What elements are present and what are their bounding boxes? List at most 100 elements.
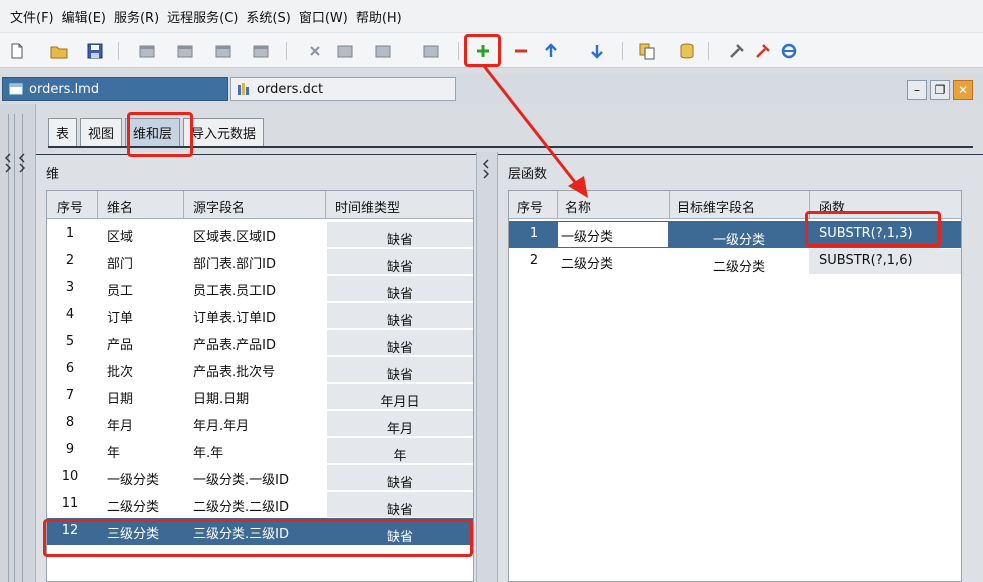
- cell-source: 一级分类.一级ID: [193, 473, 289, 488]
- browser-icon[interactable]: [778, 40, 800, 62]
- tab-dimension-level[interactable]: 维和层: [125, 118, 181, 146]
- table-edit-icon[interactable]: [212, 40, 234, 62]
- table-icon[interactable]: [136, 40, 158, 62]
- doc-tab-label: orders.lmd: [29, 81, 100, 97]
- col-header-name[interactable]: 名称: [565, 197, 591, 216]
- cell-time-type: 年月日: [380, 395, 420, 410]
- menu-file[interactable]: 文件(F): [10, 7, 54, 26]
- tool2-icon[interactable]: [752, 40, 774, 62]
- table-row[interactable]: 5 产品 产品表.产品ID 缺省: [47, 329, 473, 356]
- menu-help[interactable]: 帮助(H): [356, 7, 402, 26]
- table-row[interactable]: 1 一级分类 一级分类 SUBSTR(?,1,3): [509, 221, 961, 248]
- col-header-no[interactable]: 序号: [57, 197, 83, 216]
- move-up-icon[interactable]: [540, 40, 562, 62]
- tab-view[interactable]: 视图: [80, 118, 123, 146]
- table-row[interactable]: 9 年 年.年 年: [47, 437, 473, 464]
- table-row[interactable]: 10 一级分类 一级分类.一级ID 缺省: [47, 464, 473, 491]
- table-row[interactable]: 4 订单 订单表.订单ID 缺省: [47, 302, 473, 329]
- panel-splitter[interactable]: [476, 152, 498, 582]
- cell-source: 二级分类.二级ID: [193, 500, 289, 515]
- menu-service[interactable]: 服务(R): [114, 7, 159, 26]
- cell-time-type: 缺省: [386, 260, 413, 275]
- cell-time-type: 缺省: [386, 287, 413, 302]
- minimize-button[interactable]: –: [907, 80, 927, 100]
- dimension-panel-title: 维: [46, 167, 60, 182]
- delete-x-icon[interactable]: [304, 40, 326, 62]
- menu-edit[interactable]: 编辑(E): [62, 7, 106, 26]
- editor-area: 表 视图 维和层 导入元数据 维 序号 维名 源字段名 时间维类型 1 区域 区域表…: [36, 104, 983, 582]
- close-button[interactable]: ✕: [953, 80, 973, 100]
- level-function-panel: 层函数 序号 名称 目标维字段名 函数 1 一级分类 一级分类 SUBSTR(?,1,…: [498, 152, 983, 582]
- cell-source: 三级分类.三级ID: [193, 527, 289, 542]
- new-icon[interactable]: [6, 40, 28, 62]
- col-header-name[interactable]: 维名: [107, 197, 133, 216]
- document-tabs: orders.lmd orders.dct – ❐ ✕: [0, 74, 983, 104]
- level-panel-title: 层函数: [508, 167, 548, 182]
- cell-no: 3: [65, 280, 75, 295]
- save-icon[interactable]: [84, 40, 106, 62]
- cell-source: 年月.年月: [193, 419, 250, 434]
- doc-tab-orders-dct[interactable]: orders.dct: [230, 77, 456, 101]
- cell-source: 产品表.批次号: [193, 365, 276, 380]
- table-row[interactable]: 11 二级分类 二级分类.二级ID 缺省: [47, 491, 473, 518]
- tab-import-metadata[interactable]: 导入元数据: [183, 118, 265, 146]
- database-icon[interactable]: [676, 40, 698, 62]
- cell-source: 员工表.员工ID: [193, 284, 276, 299]
- table-row[interactable]: 1 区域 区域表.区域ID 缺省: [47, 221, 473, 248]
- dimension-table-header: 序号 维名 源字段名 时间维类型: [47, 191, 473, 219]
- table-field-icon[interactable]: [250, 40, 272, 62]
- col-header-target[interactable]: 目标维字段名: [677, 197, 755, 216]
- cell-no: 10: [61, 469, 79, 484]
- cell-name: 年: [107, 446, 121, 461]
- remove-icon[interactable]: [510, 40, 532, 62]
- table-row[interactable]: 7 日期 日期.日期 年月日: [47, 383, 473, 410]
- menu-window[interactable]: 窗口(W): [299, 7, 348, 26]
- close-icon: ✕: [957, 83, 969, 97]
- cell-no: 2: [529, 253, 539, 268]
- cell-source: 日期.日期: [193, 392, 250, 407]
- move-down-icon[interactable]: [586, 40, 608, 62]
- tab-label: 维和层: [133, 127, 173, 142]
- copy-icon[interactable]: [636, 40, 658, 62]
- cell-name: 订单: [107, 311, 134, 326]
- tab-table[interactable]: 表: [48, 118, 78, 146]
- cell-function: SUBSTR(?,1,6): [819, 253, 913, 268]
- cell-function: SUBSTR(?,1,3): [819, 226, 913, 241]
- col-header-time-type[interactable]: 时间维类型: [335, 197, 400, 216]
- cell-name: 产品: [107, 338, 134, 353]
- cell-no: 4: [65, 307, 75, 322]
- doc-tab-label: orders.dct: [257, 81, 324, 97]
- level-function-table: 序号 名称 目标维字段名 函数 1 一级分类 一级分类 SUBSTR(?,1,3) 2 二…: [508, 190, 962, 582]
- dct-file-icon: [238, 83, 249, 95]
- cell-target: 一级分类: [712, 233, 765, 248]
- table-link-icon[interactable]: [174, 40, 196, 62]
- minimize-icon: –: [914, 83, 920, 97]
- open-icon[interactable]: [48, 40, 70, 62]
- table-row[interactable]: 12 三级分类 三级分类.三级ID 缺省: [47, 518, 473, 545]
- restore-button[interactable]: ❐: [930, 80, 950, 100]
- cell-name: 日期: [107, 392, 134, 407]
- table-add-icon[interactable]: [372, 40, 394, 62]
- table-row[interactable]: 2 二级分类 二级分类 SUBSTR(?,1,6): [509, 248, 961, 275]
- table-row[interactable]: 3 员工 员工表.员工ID 缺省: [47, 275, 473, 302]
- copy-table-icon[interactable]: [334, 40, 356, 62]
- collapse-arrows-icon[interactable]: [4, 150, 32, 174]
- doc-tab-orders-lmd[interactable]: orders.lmd: [2, 77, 228, 101]
- cell-time-type: 缺省: [386, 314, 413, 329]
- col-header-function[interactable]: 函数: [819, 197, 845, 216]
- table-row[interactable]: 6 批次 产品表.批次号 缺省: [47, 356, 473, 383]
- app-window: 文件(F) 编辑(E) 服务(R) 远程服务(C) 系统(S) 窗口(W) 帮助…: [0, 0, 983, 582]
- table-remove-icon[interactable]: [420, 40, 442, 62]
- table-row[interactable]: 2 部门 部门表.部门ID 缺省: [47, 248, 473, 275]
- menu-remote-service[interactable]: 远程服务(C): [167, 7, 238, 26]
- table-row[interactable]: 8 年月 年月.年月 年月: [47, 410, 473, 437]
- cell-no: 7: [65, 388, 75, 403]
- col-header-no[interactable]: 序号: [517, 197, 543, 216]
- cell-no: 9: [65, 442, 75, 457]
- cell-time-type: 年月: [386, 422, 413, 437]
- col-header-source[interactable]: 源字段名: [193, 197, 245, 216]
- tool-icon[interactable]: [726, 40, 748, 62]
- dimension-panel: 维 序号 维名 源字段名 时间维类型 1 区域 区域表.区域ID 缺省 2 部门 部门表.部…: [36, 152, 476, 582]
- menu-system[interactable]: 系统(S): [246, 7, 290, 26]
- add-icon[interactable]: [472, 40, 494, 62]
